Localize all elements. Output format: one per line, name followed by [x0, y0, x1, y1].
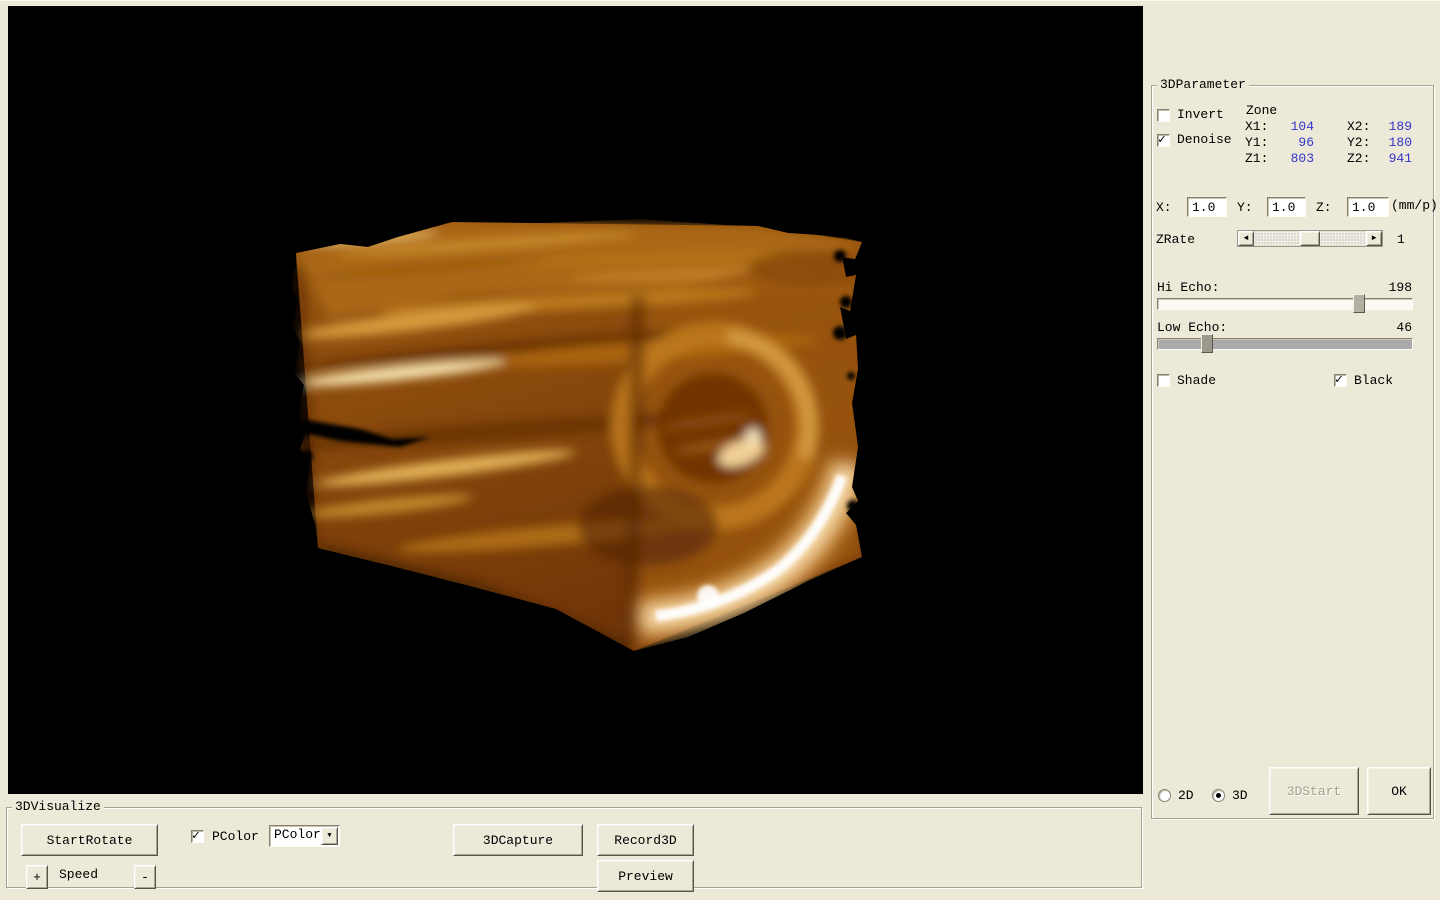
zone-y2-label: Y2:	[1347, 135, 1370, 150]
start3d-button[interactable]: 3DStart	[1269, 767, 1359, 815]
start-rotate-button[interactable]: StartRotate	[21, 824, 158, 856]
zone-z2-value: 941	[1378, 151, 1412, 166]
zrate-scrollbar[interactable]: ◄ ►	[1237, 230, 1383, 247]
zone-z1-label: Z1:	[1245, 151, 1268, 166]
scale-y-input[interactable]	[1267, 197, 1306, 217]
shade-label: Shade	[1177, 373, 1216, 388]
mode-3d-label: 3D	[1232, 788, 1248, 803]
speed-plus-button[interactable]: +	[26, 865, 48, 889]
low-echo-label: Low Echo:	[1157, 320, 1227, 335]
zone-y2-value: 180	[1378, 135, 1412, 150]
low-echo-thumb[interactable]	[1201, 334, 1213, 353]
mode-2d-label: 2D	[1178, 788, 1194, 803]
hi-echo-label: Hi Echo:	[1157, 280, 1219, 295]
ok-button[interactable]: OK	[1367, 767, 1431, 815]
zrate-value: 1	[1397, 232, 1405, 247]
zone-y1-label: Y1:	[1245, 135, 1268, 150]
scale-z-input[interactable]	[1347, 197, 1389, 217]
black-checkbox[interactable]	[1334, 374, 1347, 387]
low-echo-track[interactable]	[1157, 338, 1413, 350]
low-echo-value: 46	[1378, 320, 1412, 335]
scale-y-label: Y:	[1237, 200, 1253, 215]
render-viewport[interactable]	[8, 6, 1143, 794]
app-window: { "colors": { "panel_bg": "#ece9d8", "va…	[0, 0, 1440, 900]
black-label: Black	[1354, 373, 1393, 388]
zone-x2-label: X2:	[1347, 119, 1370, 134]
zrate-left-arrow-icon[interactable]: ◄	[1238, 231, 1254, 246]
zone-y1-value: 96	[1280, 135, 1314, 150]
preview-button[interactable]: Preview	[597, 860, 694, 892]
scale-x-label: X:	[1156, 200, 1172, 215]
hi-echo-value: 198	[1378, 280, 1412, 295]
hi-echo-thumb[interactable]	[1353, 294, 1365, 313]
invert-checkbox[interactable]	[1157, 109, 1170, 122]
pcolor-checkbox[interactable]	[191, 830, 204, 843]
mode-3d-radio[interactable]	[1212, 789, 1225, 802]
scale-z-label: Z:	[1316, 200, 1332, 215]
pcolor-dropdown[interactable]: PColor ▼	[269, 825, 340, 847]
scale-unit-label: (mm/p)	[1391, 198, 1438, 213]
hi-echo-track[interactable]	[1157, 298, 1413, 310]
zrate-right-arrow-icon[interactable]: ►	[1366, 231, 1382, 246]
pcolor-label: PColor	[212, 829, 259, 844]
zone-title: Zone	[1246, 103, 1277, 118]
capture-button[interactable]: 3DCapture	[453, 824, 583, 856]
speed-minus-button[interactable]: -	[134, 865, 156, 889]
zone-z1-value: 803	[1280, 151, 1314, 166]
volume-render-canvas	[8, 6, 1143, 794]
speed-label: Speed	[59, 867, 98, 882]
shade-checkbox[interactable]	[1157, 374, 1170, 387]
zone-x1-label: X1:	[1245, 119, 1268, 134]
visualize-group-title: 3DVisualize	[12, 799, 104, 815]
zrate-thumb[interactable]	[1300, 231, 1320, 246]
denoise-label: Denoise	[1177, 132, 1232, 147]
record-button[interactable]: Record3D	[597, 824, 694, 856]
zone-x2-value: 189	[1378, 119, 1412, 134]
mode-2d-radio[interactable]	[1158, 789, 1171, 802]
zone-x1-value: 104	[1280, 119, 1314, 134]
zone-z2-label: Z2:	[1347, 151, 1370, 166]
invert-label: Invert	[1177, 107, 1224, 122]
scale-x-input[interactable]	[1187, 197, 1227, 217]
pcolor-dropdown-value: PColor	[274, 827, 321, 842]
zrate-label: ZRate	[1156, 232, 1195, 247]
parameter-groupbox: 3DParameter Invert Denoise Zone X1: 104 …	[1151, 85, 1434, 819]
parameter-group-title: 3DParameter	[1157, 77, 1249, 93]
denoise-checkbox[interactable]	[1157, 134, 1170, 147]
visualize-groupbox: 3DVisualize StartRotate PColor PColor ▼ …	[6, 807, 1142, 888]
pcolor-dropdown-arrow-icon[interactable]: ▼	[321, 827, 338, 845]
